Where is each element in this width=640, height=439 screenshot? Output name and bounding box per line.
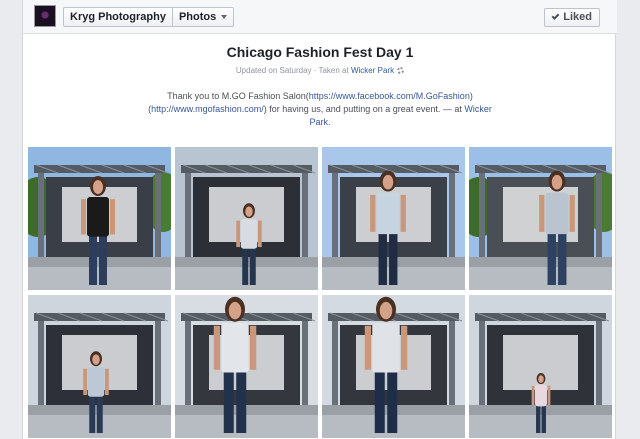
runway-photo-image [322, 147, 465, 290]
photo-thumbnail[interactable] [28, 295, 171, 438]
updated-text: Updated on Saturday [235, 66, 312, 75]
runway-photo-image [322, 295, 465, 438]
photo-thumbnail[interactable] [322, 295, 465, 438]
desc-text-3: ) for having us, and putting on a great … [263, 104, 465, 114]
album-meta: Updated on Saturday · Taken at Wicker Pa… [23, 66, 617, 75]
section-dropdown[interactable]: Photos [173, 8, 233, 26]
checkmark-icon [551, 12, 560, 20]
location-link[interactable]: Wicker Park [351, 66, 394, 75]
desc-text-4: . [328, 117, 331, 127]
taken-prefix: Taken at [318, 66, 351, 75]
photo-thumbnail[interactable] [175, 147, 318, 290]
privacy-gear-icon[interactable] [397, 67, 405, 74]
runway-photo-image [175, 295, 318, 438]
page-name-link[interactable]: Kryg Photography [64, 8, 172, 26]
album-title: Chicago Fashion Fest Day 1 [226, 44, 414, 60]
section-label: Photos [178, 11, 217, 23]
photo-thumbnail[interactable] [175, 295, 318, 438]
runway-photo-image [175, 147, 318, 290]
runway-photo-image [28, 295, 171, 438]
desc-text-1: Thank you to M.GO Fashion Salon( [167, 91, 309, 101]
website-link[interactable]: http://www.mgofashion.com/ [151, 104, 264, 114]
photo-thumbnail[interactable] [469, 147, 612, 290]
photo-thumbnail[interactable] [322, 147, 465, 290]
album-page: Kryg Photography Photos Liked Chicago Fa… [22, 0, 617, 439]
liked-label: Liked [563, 11, 592, 23]
page-header-bar: Kryg Photography Photos Liked [23, 0, 617, 34]
photo-thumbnail[interactable] [28, 147, 171, 290]
page-section-switcher[interactable]: Kryg Photography Photos [63, 7, 235, 27]
photo-thumbnail[interactable] [469, 295, 612, 438]
liked-button[interactable]: Liked [544, 8, 600, 27]
album-description: Thank you to M.GO Fashion Salon(https://… [143, 90, 497, 129]
photo-grid [28, 147, 613, 438]
facebook-link[interactable]: https://www.facebook.com/M.GoFashion [309, 91, 470, 101]
runway-photo-image [28, 147, 171, 290]
chevron-down-icon [221, 15, 228, 20]
page-avatar[interactable] [34, 5, 56, 27]
runway-photo-image [469, 295, 612, 438]
runway-photo-image [469, 147, 612, 290]
